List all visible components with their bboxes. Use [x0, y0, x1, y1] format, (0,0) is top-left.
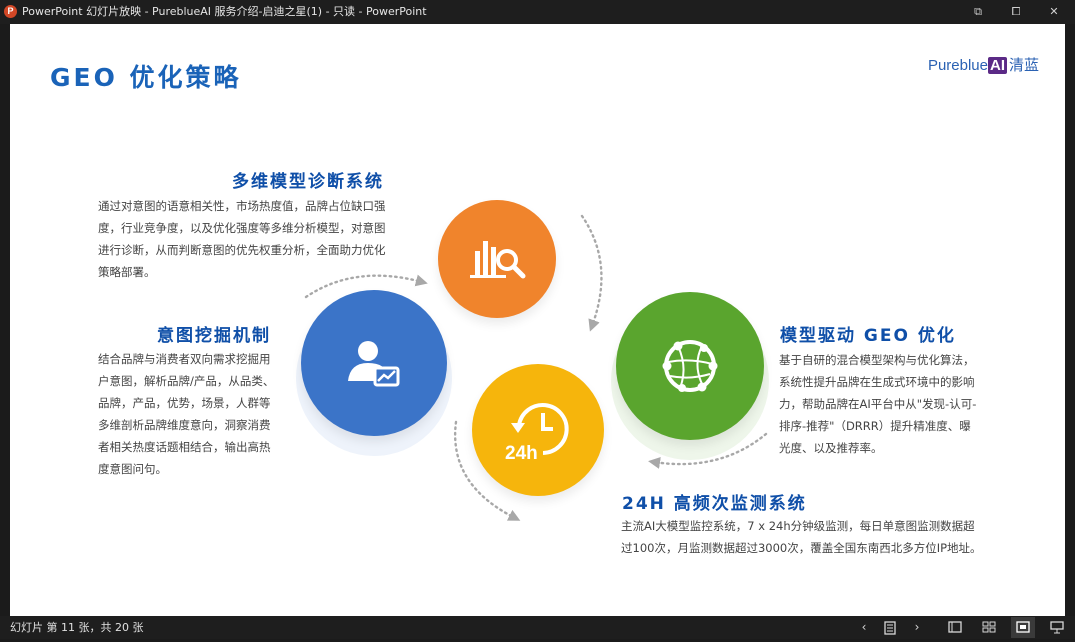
next-slide-button[interactable]: ›: [905, 617, 929, 638]
slide-sorter-icon[interactable]: [977, 617, 1001, 638]
window-title-bar: P PowerPoint 幻灯片放映 - PureblueAI 服务介绍-启迪之…: [0, 0, 1075, 24]
slideshow-view-icon[interactable]: [1045, 617, 1069, 638]
green-circle: [616, 292, 764, 440]
powerpoint-app-icon: P: [4, 5, 17, 18]
monitor-title: 24H 高频次监测系统: [622, 494, 807, 514]
reading-view-icon[interactable]: [1011, 617, 1035, 638]
model-title: 模型驱动 GEO 优化: [780, 326, 956, 346]
normal-view-icon[interactable]: [943, 617, 967, 638]
yellow-circle: 24h: [472, 364, 604, 496]
diagnosis-body: 通过对意图的语意相关性，市场热度值，品牌占位缺口强 度，行业竞争度，以及优化强度…: [98, 199, 386, 279]
status-bar: 幻灯片 第 11 张，共 20 张 ‹ ›: [0, 616, 1075, 639]
clock-label: 24h: [505, 443, 538, 463]
arc-orange-to-green: [580, 214, 603, 332]
previous-slide-button[interactable]: ‹: [852, 617, 876, 638]
slide-menu-icon[interactable]: [878, 617, 902, 638]
maximize-button[interactable]: ⧠: [997, 0, 1035, 24]
orange-circle: [438, 200, 556, 318]
network-globe-icon: [662, 340, 718, 392]
slide-counter: 幻灯片 第 11 张，共 20 张: [10, 621, 144, 634]
user-chart-icon: [348, 341, 400, 387]
model-body: 基于自研的混合模型架构与优化算法， 系统性提升品牌在生成式环境中的影响 力，帮助…: [779, 353, 977, 455]
intent-body: 结合品牌与消费者双向需求挖掘用 户意图，解析品牌/产品，从品类、 品牌，产品，优…: [98, 352, 275, 476]
clock-24h-icon: 24h: [505, 403, 569, 463]
window-title: PowerPoint 幻灯片放映 - PureblueAI 服务介绍-启迪之星(…: [22, 5, 427, 18]
blue-circle: [301, 290, 447, 436]
restore-down-button[interactable]: ⧉: [959, 0, 997, 24]
slide-canvas: GEO 优化策略 Pureblue AI 清蓝 24h 多维模型诊断系统 通过对…: [10, 24, 1065, 616]
diagnosis-title: 多维模型诊断系统: [232, 172, 384, 192]
intent-title: 意图挖掘机制: [157, 326, 271, 346]
bar-chart-search-icon: [470, 241, 526, 279]
close-button[interactable]: ✕: [1035, 0, 1073, 24]
monitor-body: 主流AI大模型监控系统，7 x 24h分钟级监测，每日单意图监测数据超 过100…: [621, 519, 982, 555]
